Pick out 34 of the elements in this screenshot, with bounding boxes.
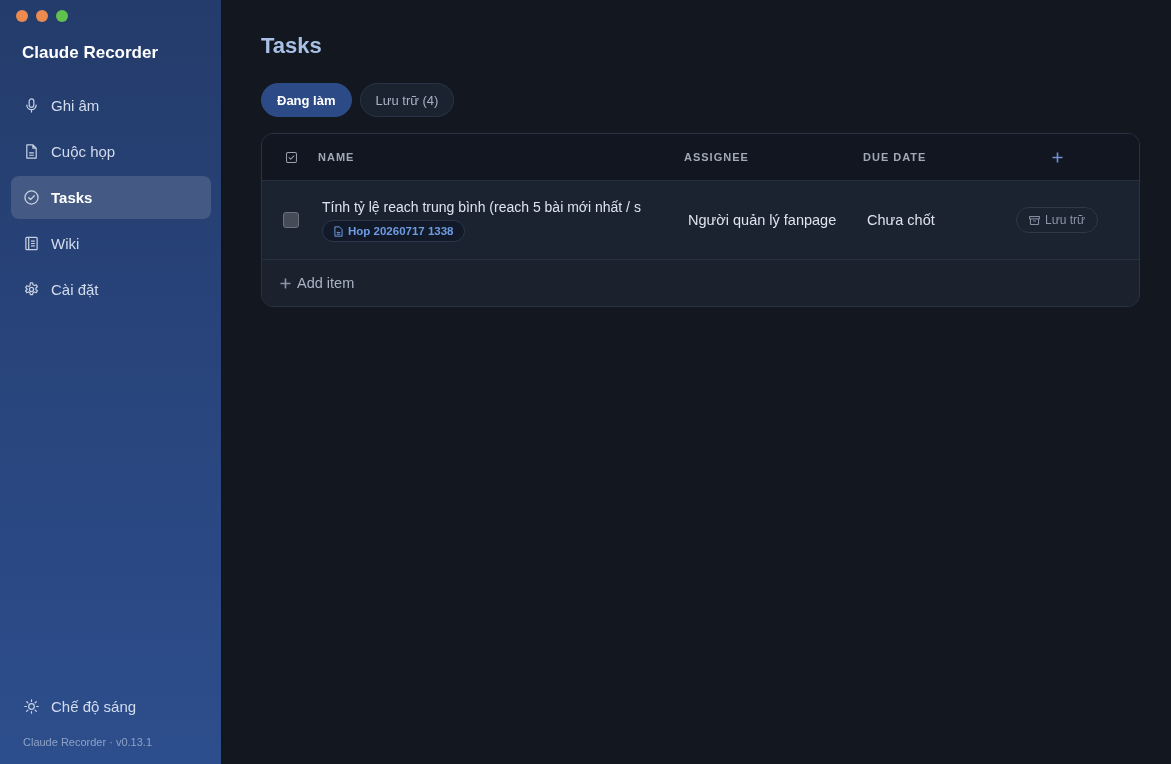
app-title: Claude Recorder [22,43,159,63]
checkbox-icon [285,151,297,163]
plus-icon [280,277,291,289]
sidebar-item[interactable]: Cài đặt [11,268,211,311]
page-title: Tasks [261,32,322,60]
sidebar-item[interactable]: Ghi âm [11,84,211,127]
close-window-icon[interactable] [16,10,28,22]
minimize-window-icon[interactable] [36,10,48,22]
light-mode-toggle[interactable]: Chế độ sáng [11,685,211,728]
settings-icon [24,282,39,297]
sun-icon [24,699,39,714]
document-icon [24,144,39,159]
zoom-window-icon[interactable] [56,10,68,22]
add-column-icon[interactable] [1051,151,1063,163]
column-header: ASSIGNEE [684,151,749,163]
microphone-icon [24,98,39,113]
sidebar-item[interactable]: Wiki [11,222,211,265]
archive-box-icon [1028,215,1040,225]
row-checkbox[interactable] [283,212,299,228]
tab[interactable]: Lưu trữ (4) [359,83,455,117]
book-icon [24,236,39,251]
check-circle-icon [24,190,39,205]
due-date-cell-text: Chưa chốt [866,212,935,228]
sidebar-item[interactable]: Tasks [11,176,211,219]
meeting-link-chip[interactable]: Hop 20260717 1338 [322,220,465,242]
task-name: Tính tỷ lệ reach trung bình (reach 5 bài mới nhất / s [322,199,641,215]
sidebar-item[interactable]: Cuộc họp [11,130,211,173]
column-header: DUE DATE [863,151,927,163]
document-icon [334,225,343,237]
archive-button[interactable]: Lưu trữ [1015,207,1099,233]
column-header: NAME [318,151,355,163]
tab[interactable]: Đang làm [261,83,352,117]
app-version: Claude Recorder · v0.13.1 [23,736,152,748]
assignee-cell-text: Người quản lý fanpage [687,212,837,228]
